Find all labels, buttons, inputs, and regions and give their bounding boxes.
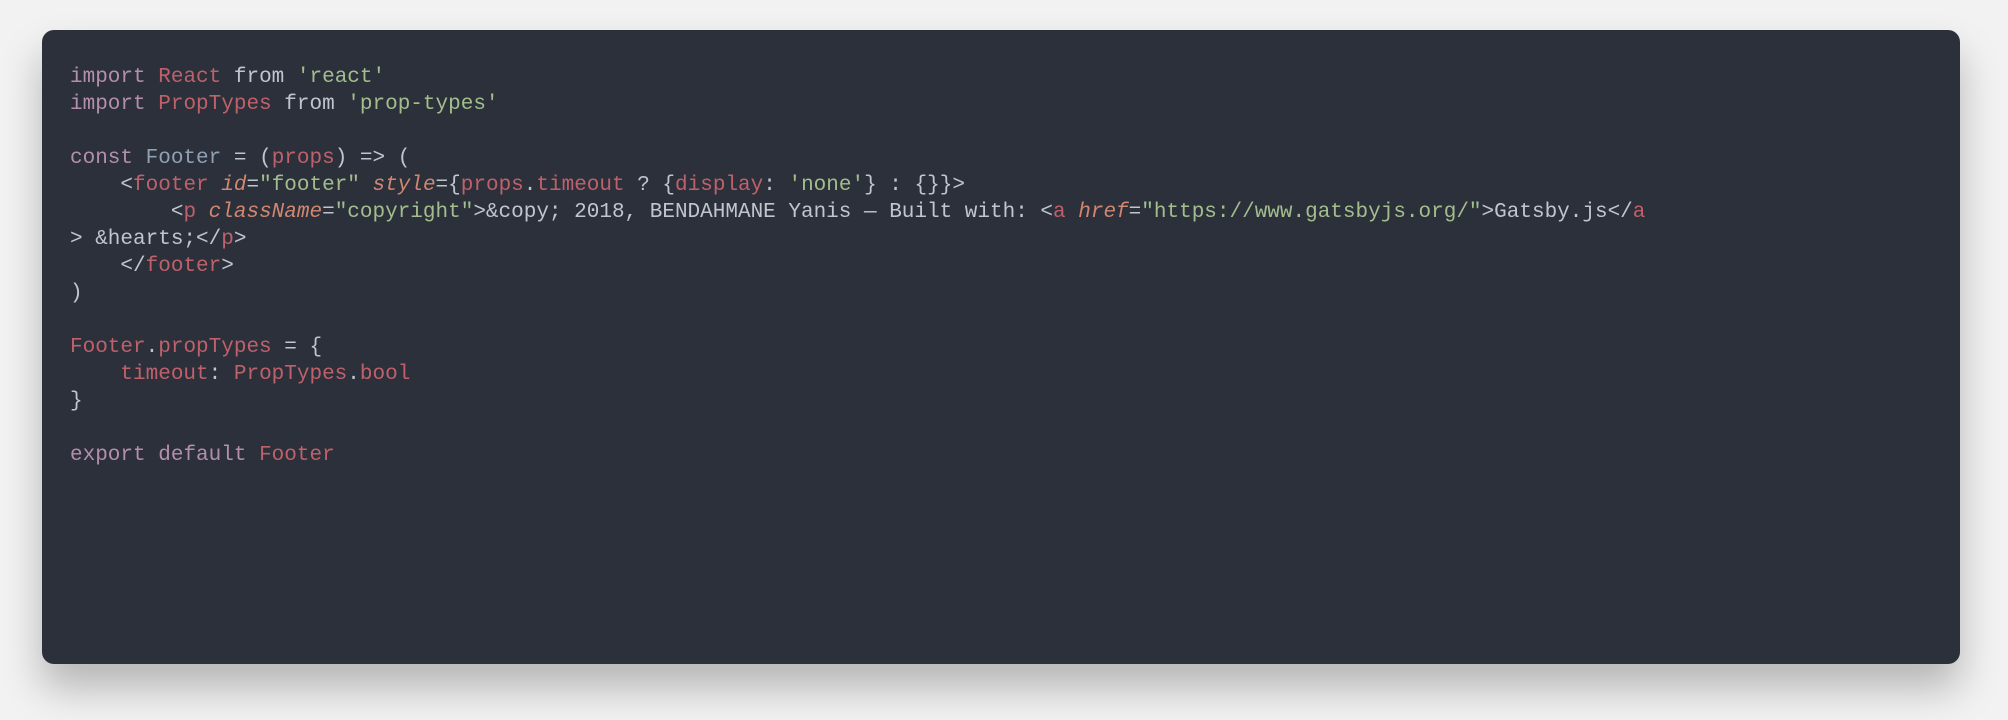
param-props: props <box>272 147 335 170</box>
equals: = <box>234 147 247 170</box>
code-card: import React from 'react' import PropTyp… <box>42 30 1960 664</box>
indent <box>70 174 120 197</box>
attr-href: href <box>1078 201 1128 224</box>
tag-p: p <box>183 201 196 224</box>
ident-footer: Footer <box>146 147 222 170</box>
tag-footer-close: footer <box>146 255 222 278</box>
attr-value: "copyright" <box>335 201 474 224</box>
key-timeout: timeout <box>120 363 208 386</box>
arrow: => <box>360 147 385 170</box>
ident-footer: Footer <box>259 444 335 467</box>
props: props <box>461 174 524 197</box>
tag-a: a <box>1053 201 1066 224</box>
prop-proptypes: propTypes <box>158 336 271 359</box>
timeout: timeout <box>536 174 624 197</box>
keyword-default: default <box>158 444 246 467</box>
ident-footer: Footer <box>70 336 146 359</box>
tag-open: < <box>120 174 133 197</box>
attr-value-url: "https://www.gatsbyjs.org/" <box>1141 201 1481 224</box>
paren: ) <box>335 147 348 170</box>
keyword-export: export <box>70 444 146 467</box>
text-copyright: &copy; 2018, BENDAHMANE Yanis — Built wi… <box>486 201 1041 224</box>
proptypes-ref: PropTypes <box>234 363 347 386</box>
attr-id: id <box>221 174 246 197</box>
brace-close: } <box>70 390 83 413</box>
paren: ( <box>259 147 272 170</box>
paren-close: ) <box>70 282 83 305</box>
empty-obj: {} <box>915 174 940 197</box>
indent <box>70 363 120 386</box>
attr-classname: className <box>209 201 322 224</box>
string: 'react' <box>297 66 385 89</box>
attr-style: style <box>373 174 436 197</box>
indent <box>70 201 171 224</box>
keyword-const: const <box>70 147 133 170</box>
tag-footer: footer <box>133 174 209 197</box>
bool: bool <box>360 363 410 386</box>
string: 'prop-types' <box>347 93 498 116</box>
indent <box>70 255 120 278</box>
wrap-text: > &hearts; <box>70 228 196 251</box>
paren: ( <box>398 147 411 170</box>
ident-react: React <box>158 66 221 89</box>
keyword-import: import <box>70 93 146 116</box>
keyword-from: from <box>234 66 284 89</box>
keyword-from: from <box>284 93 334 116</box>
string-none: 'none' <box>788 174 864 197</box>
link-text: Gatsby.js <box>1494 201 1607 224</box>
keyword-import: import <box>70 66 146 89</box>
attr-value: "footer" <box>259 174 360 197</box>
ident-proptypes: PropTypes <box>158 93 271 116</box>
code-block: import React from 'react' import PropTyp… <box>70 64 1932 469</box>
key-display: display <box>675 174 763 197</box>
